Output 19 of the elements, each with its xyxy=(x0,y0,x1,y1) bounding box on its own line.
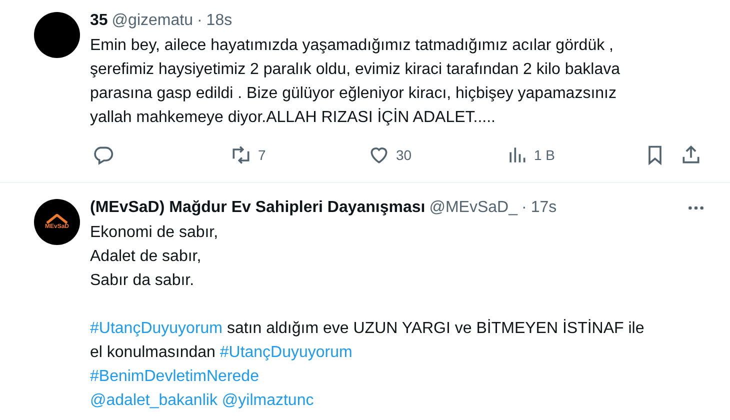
avatar[interactable] xyxy=(34,12,80,58)
like-count: 30 xyxy=(396,147,412,163)
separator-dot: · xyxy=(196,12,202,30)
roof-icon xyxy=(46,214,68,224)
display-name[interactable]: (MEvSaD) Mağdur Ev Sahipleri Dayanışması xyxy=(90,199,426,217)
timestamp[interactable]: 18s xyxy=(206,12,232,30)
timestamp[interactable]: 17s xyxy=(530,199,557,217)
share-icon[interactable] xyxy=(680,144,702,166)
repost-count: 7 xyxy=(258,147,266,163)
repost-icon[interactable] xyxy=(230,144,252,166)
tweet-text: Emin bey, ailece hayatımızda yaşamadığımız tatmadığımız acılar gördük , şerefimiz haysiyetimiz 2 paralık oldu, evimiz kiraci tarafından 2 kilo baklava parasına gasp edildi . Bize gülüyor eğleniyor kiracı, hiçbişey yapamazsınız yallah mahkemeye diyor.ALLAH RIZASI İÇİN ADALET..... xyxy=(90,36,621,128)
separator-dot: · xyxy=(521,199,527,217)
display-name[interactable]: 35 xyxy=(90,12,108,30)
view-count: 1 B xyxy=(534,147,556,163)
tweet-text: Ekonomi de sabır, Adalet de sabır, Sabır da sabır. xyxy=(90,223,220,291)
user-handle[interactable]: @MEvSaD_ xyxy=(429,199,518,217)
tweet-text: #UtançDuyuyorum satın aldığım eve UZUN YARGI ve BİTMEYEN İSTİNAF ile el konulmasından #UtançDuyuyorum #BenimDevletimNerede @adalet_bakanlik @yilmaztunc xyxy=(90,318,646,411)
user-handle[interactable]: @gizematu xyxy=(112,12,193,30)
reply-icon[interactable] xyxy=(92,144,114,166)
